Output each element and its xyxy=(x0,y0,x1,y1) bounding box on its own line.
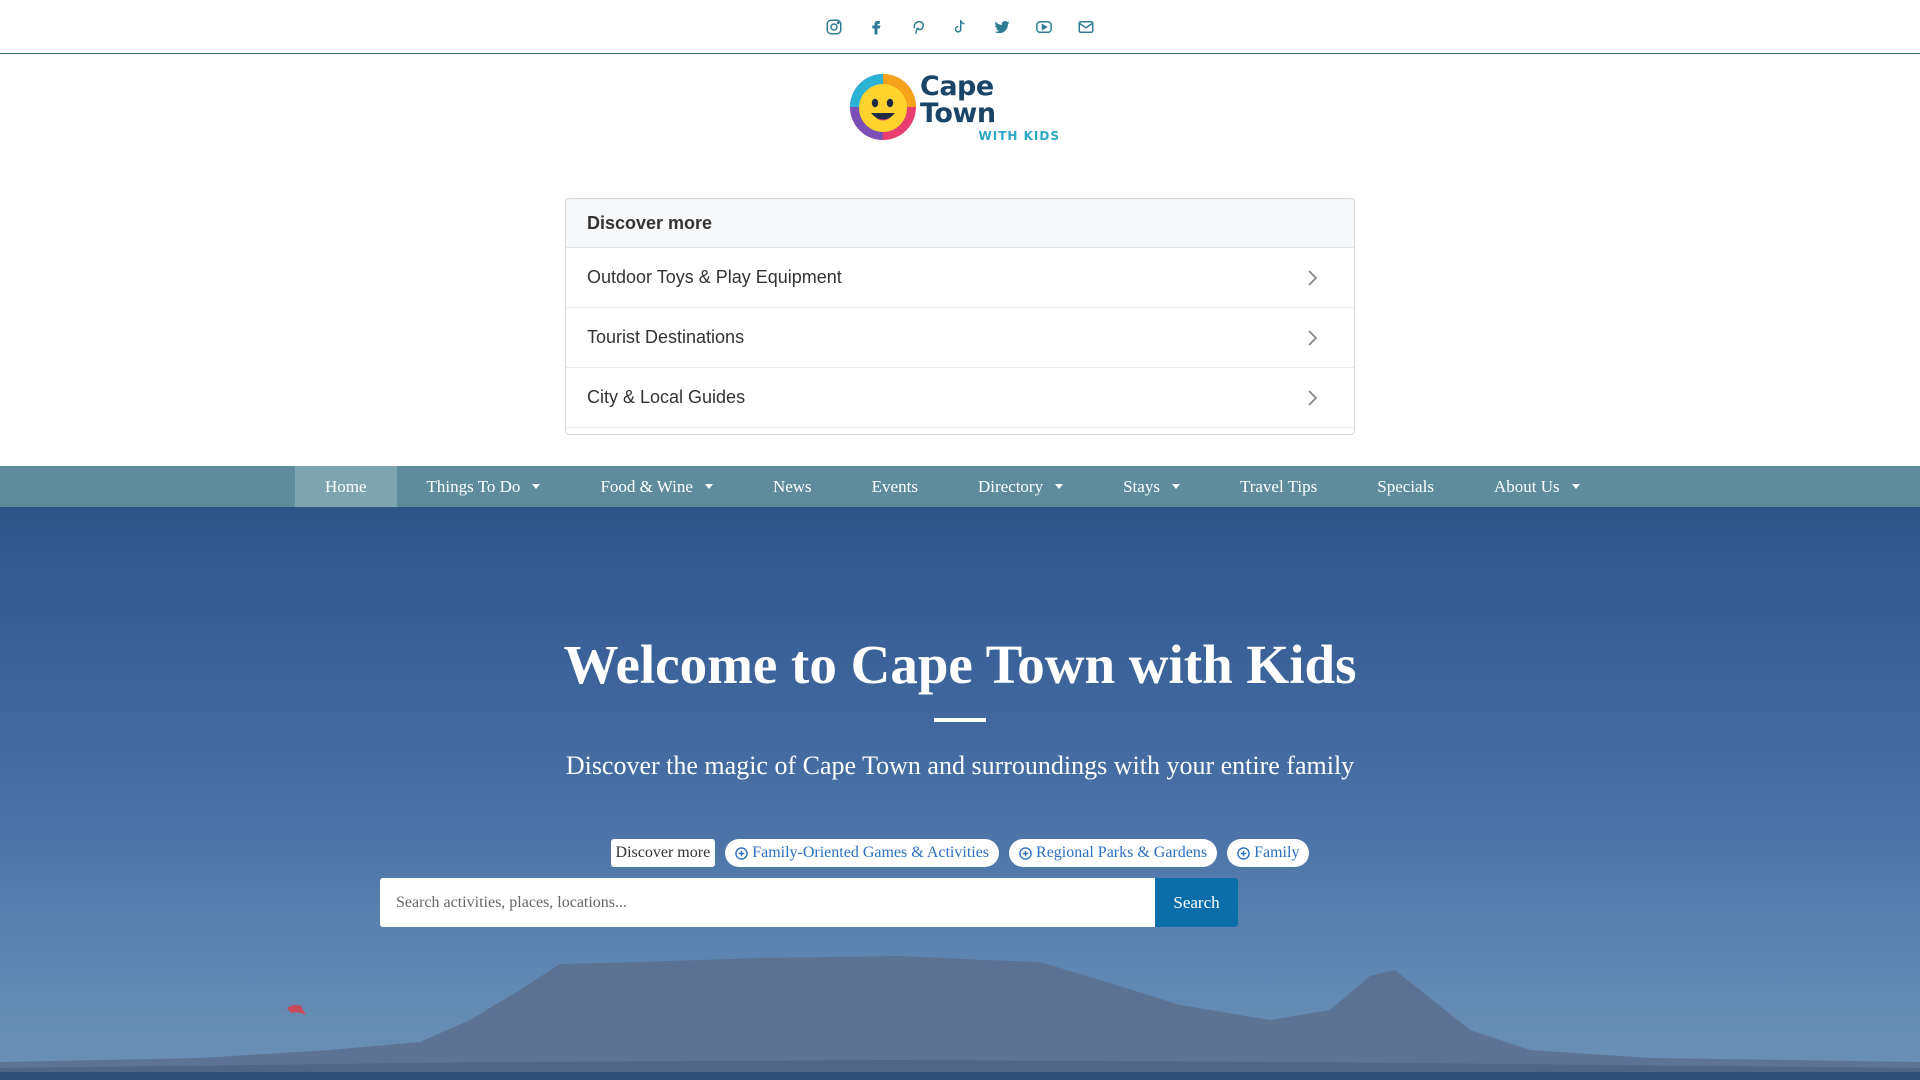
caret-down-icon xyxy=(704,484,713,489)
main-nav: Home Things To Do Food & Wine News Event… xyxy=(0,466,1920,507)
search-input[interactable] xyxy=(380,878,1155,927)
tag-family[interactable]: Family xyxy=(1227,839,1310,867)
nav-item-food-wine[interactable]: Food & Wine xyxy=(570,466,743,507)
nav-item-home[interactable]: Home xyxy=(295,466,397,507)
plus-circle-icon xyxy=(1019,846,1032,860)
site-logo[interactable]: Cape Town WITH KIDS xyxy=(848,70,1060,144)
nav-item-news[interactable]: News xyxy=(743,466,842,507)
facebook-icon[interactable] xyxy=(865,16,887,38)
email-icon[interactable] xyxy=(1075,16,1097,38)
hero-title: Welcome to Cape Town with Kids xyxy=(563,634,1357,695)
plus-circle-icon xyxy=(735,846,748,860)
caret-down-icon xyxy=(532,484,541,489)
discover-more-panel: Discover more Outdoor Toys & Play Equipm… xyxy=(565,198,1355,435)
search-form: Search xyxy=(380,878,1238,927)
caret-down-icon xyxy=(1571,484,1580,489)
caret-down-icon xyxy=(1171,484,1180,489)
nav-item-events[interactable]: Events xyxy=(842,466,948,507)
discover-item-outdoor-toys[interactable]: Outdoor Toys & Play Equipment xyxy=(566,248,1354,308)
discover-more-heading: Discover more xyxy=(566,199,1354,248)
pinterest-icon[interactable] xyxy=(907,16,929,38)
discover-tags: Discover more Family-Oriented Games & Ac… xyxy=(0,839,1920,867)
search-button[interactable]: Search xyxy=(1155,878,1238,927)
plus-circle-icon xyxy=(1237,846,1250,860)
logo-subtitle: WITH KIDS xyxy=(978,128,1060,143)
discover-item-tourist-destinations[interactable]: Tourist Destinations xyxy=(566,308,1354,368)
social-bar xyxy=(0,0,1920,54)
chevron-right-icon xyxy=(1308,269,1318,286)
discover-item-label: Tourist Destinations xyxy=(587,327,745,347)
hero-section: Welcome to Cape Town with Kids Discover … xyxy=(0,507,1920,1080)
nav-item-specials[interactable]: Specials xyxy=(1347,466,1464,507)
tag-regional-parks[interactable]: Regional Parks & Gardens xyxy=(1009,839,1218,867)
nav-item-travel-tips[interactable]: Travel Tips xyxy=(1210,466,1347,507)
discover-item-city-guides[interactable]: City & Local Guides xyxy=(566,368,1354,428)
hero-subtitle: Discover the magic of Cape Town and surr… xyxy=(565,751,1355,780)
nav-item-things-to-do[interactable]: Things To Do xyxy=(397,466,571,507)
nav-item-about-us[interactable]: About Us xyxy=(1464,466,1610,507)
kite-icon xyxy=(287,1004,306,1015)
chevron-right-icon xyxy=(1308,329,1318,346)
smiley-logo-icon xyxy=(848,72,918,142)
title-divider xyxy=(934,718,986,722)
discover-item-label: City & Local Guides xyxy=(587,387,746,407)
caret-down-icon xyxy=(1055,484,1064,489)
nav-item-stays[interactable]: Stays xyxy=(1093,466,1210,507)
discover-item-label: Outdoor Toys & Play Equipment xyxy=(587,267,842,287)
tags-label: Discover more xyxy=(610,839,716,867)
youtube-icon[interactable] xyxy=(1033,16,1055,38)
tiktok-icon[interactable] xyxy=(949,16,971,38)
logo-title: Cape Town xyxy=(920,70,996,129)
twitter-icon[interactable] xyxy=(991,16,1013,38)
instagram-icon[interactable] xyxy=(823,16,845,38)
nav-item-directory[interactable]: Directory xyxy=(948,466,1093,507)
tag-family-games[interactable]: Family-Oriented Games & Activities xyxy=(725,839,1000,867)
chevron-right-icon xyxy=(1308,389,1318,406)
